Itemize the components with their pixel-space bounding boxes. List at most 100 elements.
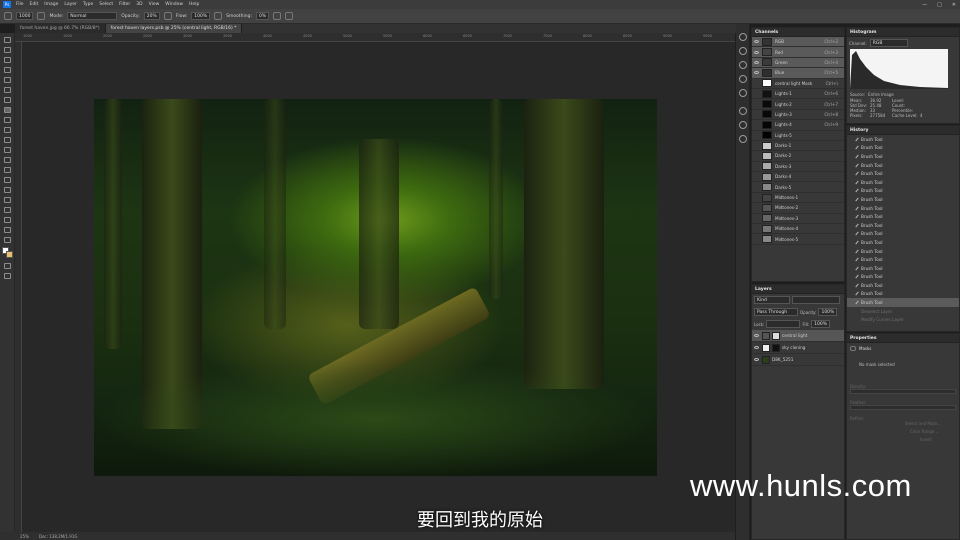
eye-icon[interactable] (754, 358, 759, 361)
eyedropper-tool-icon[interactable] (4, 87, 11, 93)
menu-view[interactable]: View (149, 2, 160, 7)
history-item-undone[interactable]: Deselect Layer (847, 307, 959, 316)
forest-photo[interactable] (94, 99, 657, 476)
menu-window[interactable]: Window (165, 2, 183, 7)
marquee-tool-icon[interactable] (4, 47, 11, 53)
layer-row-background-photo[interactable]: D8K_5251 (752, 354, 844, 366)
zoom-level[interactable]: 25% (20, 534, 29, 539)
channel-row[interactable]: Midtones-4 (752, 224, 844, 235)
smoothing-input[interactable]: 0% (256, 12, 270, 20)
quick-mask-icon[interactable] (4, 263, 11, 269)
menu-image[interactable]: Image (44, 2, 58, 7)
clone-stamp-tool-icon[interactable] (4, 117, 11, 123)
lasso-tool-icon[interactable] (4, 57, 11, 63)
history-item[interactable]: Brush Tool (847, 204, 959, 213)
eye-icon[interactable] (754, 40, 759, 44)
pen-tool-icon[interactable] (4, 177, 11, 183)
invert-button[interactable]: Invert (920, 437, 956, 442)
select-and-mask-button[interactable]: Select and Mask... (905, 421, 956, 426)
properties-panel-title[interactable]: Properties (847, 334, 959, 343)
history-item[interactable]: Brush Tool (847, 221, 959, 230)
menu-layer[interactable]: Layer (64, 2, 77, 7)
channel-row[interactable]: Midtones-3 (752, 214, 844, 225)
density-slider[interactable] (850, 389, 956, 394)
layer-mask-thumbnail[interactable] (772, 331, 780, 340)
brushes-icon[interactable] (739, 107, 747, 115)
channel-row[interactable]: central light Mask Ctrl+\ (752, 79, 844, 89)
menu-type[interactable]: Type (83, 2, 93, 7)
quick-select-tool-icon[interactable] (4, 67, 11, 73)
history-item-undone[interactable]: Modify Curves Layer (847, 315, 959, 324)
layer-filter-select[interactable]: Kind (754, 296, 790, 304)
menu-file[interactable]: File (16, 2, 24, 7)
shape-tool-icon[interactable] (4, 207, 11, 213)
pressure-opacity-icon[interactable] (163, 12, 172, 20)
history-item[interactable]: Brush Tool (847, 264, 959, 273)
pressure-size-icon[interactable] (285, 12, 294, 20)
history-item[interactable]: Brush Tool (847, 212, 959, 221)
histogram-panel-title[interactable]: Histogram (847, 28, 959, 37)
history-item[interactable]: Brush Tool (847, 169, 959, 178)
brush-tool-icon[interactable] (4, 107, 11, 113)
color-range-button[interactable]: Color Range... (910, 429, 956, 434)
eye-icon[interactable] (754, 50, 759, 54)
history-item[interactable]: Brush Tool (847, 290, 959, 299)
menu-select[interactable]: Select (99, 2, 113, 7)
history-item[interactable]: Brush Tool (847, 238, 959, 247)
menu-edit[interactable]: Edit (30, 2, 39, 7)
tab-forest-haven-layers[interactable]: forest haven layers.psb @ 25% (central l… (105, 24, 243, 33)
history-item[interactable]: Brush Tool (847, 298, 959, 307)
history-item[interactable]: Brush Tool (847, 135, 959, 144)
tab-forest-haven-jpg[interactable]: forest haven.jpg @ 66.7% (RGB/8*) (15, 24, 106, 33)
history-item[interactable]: Brush Tool (847, 152, 959, 161)
history-item[interactable]: Brush Tool (847, 230, 959, 239)
layer-row-central-light[interactable]: central light (752, 330, 844, 342)
flow-input[interactable]: 100% (191, 12, 211, 20)
blur-tool-icon[interactable] (4, 157, 11, 163)
channel-row[interactable]: Red Ctrl+3 (752, 47, 844, 58)
feather-slider[interactable] (850, 405, 956, 410)
gradient-tool-icon[interactable] (4, 147, 11, 153)
zoom-tool-icon[interactable] (4, 227, 11, 233)
layer-opacity-input[interactable]: 100% (818, 308, 838, 316)
channels-panel-title[interactable]: Channels (752, 28, 844, 37)
channel-select[interactable]: RGB (869, 39, 908, 47)
dodge-tool-icon[interactable] (4, 167, 11, 173)
layer-mask-thumbnail[interactable] (772, 343, 780, 352)
minimize-button[interactable]: — (922, 2, 927, 8)
more-tools-icon[interactable] (4, 237, 11, 243)
channel-row[interactable]: Darks-5 (752, 182, 844, 193)
paths-icon[interactable] (739, 135, 747, 143)
history-brush-tool-icon[interactable] (4, 127, 11, 133)
fill-input[interactable]: 100% (811, 320, 831, 328)
brush-settings-icon[interactable] (37, 12, 46, 20)
channel-row[interactable]: Lights-3 Ctrl+8 (752, 110, 844, 121)
eye-icon[interactable] (754, 71, 759, 75)
channel-row[interactable]: Blue Ctrl+5 (752, 68, 844, 79)
maximize-button[interactable]: □ (937, 2, 942, 8)
color-icon[interactable] (739, 47, 747, 55)
menu-3d[interactable]: 3D (136, 2, 142, 7)
layers-panel-title[interactable]: Layers (752, 285, 844, 294)
eraser-tool-icon[interactable] (4, 137, 11, 143)
brush-settings-panel-icon[interactable] (739, 121, 747, 129)
history-item[interactable]: Brush Tool (847, 161, 959, 170)
doc-size[interactable]: Doc: 138.2M/1.91G (39, 534, 78, 539)
channel-row[interactable]: Green Ctrl+4 (752, 57, 844, 69)
smoothing-settings-icon[interactable] (273, 12, 282, 20)
channel-row[interactable]: Midtones-2 (752, 203, 844, 214)
close-button[interactable]: ✕ (952, 2, 956, 8)
eye-icon[interactable] (754, 334, 759, 337)
history-panel-title[interactable]: History (847, 126, 959, 135)
brush-tool-icon[interactable] (4, 12, 12, 20)
channel-row[interactable]: RGB Ctrl+2 (752, 37, 844, 48)
mode-select[interactable]: Normal (67, 12, 118, 20)
type-tool-icon[interactable] (4, 187, 11, 193)
crop-tool-icon[interactable] (4, 77, 11, 83)
channel-row[interactable]: Lights-5 (752, 131, 844, 141)
channel-row[interactable]: Midtones-5 (752, 234, 844, 245)
blend-mode-select[interactable]: Pass Through (754, 308, 798, 316)
eye-icon[interactable] (754, 60, 759, 64)
channel-row[interactable]: Midtones-1 (752, 193, 844, 204)
path-select-tool-icon[interactable] (4, 197, 11, 203)
